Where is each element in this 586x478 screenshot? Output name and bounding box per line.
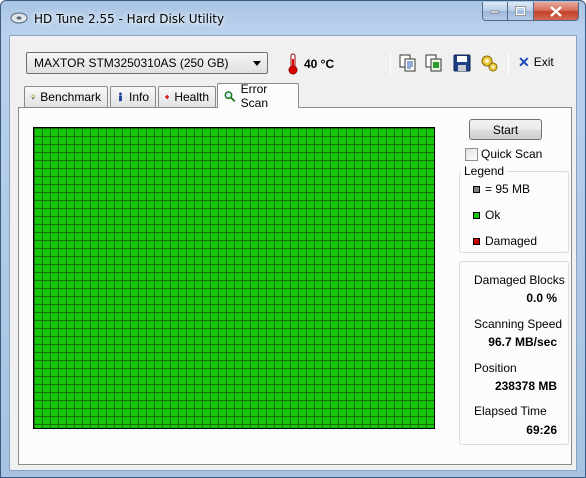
damaged-swatch-icon [473,237,480,245]
block-swatch-icon [473,185,480,193]
tab-info-label: Info [128,90,149,104]
start-button[interactable]: Start [469,119,542,140]
legend-item-label: = 95 MB [485,182,531,196]
tab-info[interactable]: Info [110,86,156,107]
damaged-blocks-label: Damaged Blocks [474,273,565,287]
damaged-blocks-value: 0.0 % [526,291,557,305]
quick-scan-label: Quick Scan [481,147,543,161]
minimize-icon [490,10,500,14]
tab-health[interactable]: Health [158,86,216,107]
scan-block-grid [33,127,435,429]
scanning-speed-value: 96.7 MB/sec [488,335,557,349]
exit-button[interactable]: ✕ Exit [518,55,554,69]
maximize-button[interactable] [508,2,534,21]
close-button[interactable] [534,2,579,21]
quick-scan-checkbox[interactable] [465,147,478,161]
toolbar-separator [390,51,391,77]
ok-swatch-icon [473,211,480,219]
legend-item-label: Damaged [485,234,538,248]
minimize-button[interactable] [482,2,508,21]
legend-title: Legend [461,164,508,178]
app-disk-icon [10,12,28,24]
chevron-down-icon [253,61,261,66]
exit-label: Exit [533,55,554,69]
window-title: HD Tune 2.55 - Hard Disk Utility [34,12,225,26]
app-window: HD Tune 2.55 - Hard Disk Utility MAXTOR … [0,0,586,478]
tab-benchmark[interactable]: Benchmark [24,86,108,107]
legend-item-damaged: Damaged [473,234,537,248]
save-icon[interactable] [452,53,472,73]
scanning-speed-label: Scanning Speed [474,317,563,331]
legend-item-ok: Ok [473,208,500,222]
elapsed-time-label: Elapsed Time [474,404,547,418]
info-icon [119,92,122,102]
drive-dropdown[interactable]: MAXTOR STM3250310AS (250 GB) [26,52,268,74]
thermometer-icon [288,53,298,75]
caption-buttons [482,2,579,22]
maximize-icon [515,6,526,16]
magnifier-icon [224,90,236,102]
main-area: MAXTOR STM3250310AS (250 GB) 40 °C ✕ Exi… [9,35,577,471]
tab-health-label: Health [174,90,209,104]
drive-dropdown-value: MAXTOR STM3250310AS (250 GB) [34,56,229,70]
legend-item-label: Ok [485,208,501,222]
quick-scan-option[interactable]: Quick Scan [465,147,542,161]
tab-error-scan-label: Error Scan [240,82,268,110]
copy-screenshot-icon[interactable] [424,53,444,73]
position-label: Position [474,361,517,375]
tab-benchmark-label: Benchmark [40,90,101,104]
options-icon[interactable] [479,53,499,73]
position-value: 238378 MB [494,379,557,393]
error-scan-panel: Start Quick Scan Legend = 95 MB Ok Damag… [18,107,572,465]
toolbar-separator [508,51,509,77]
tab-error-scan[interactable]: Error Scan [217,82,299,110]
bulb-icon [31,94,35,100]
exit-icon: ✕ [518,54,530,70]
close-icon [550,5,562,17]
title-bar[interactable]: HD Tune 2.55 - Hard Disk Utility [1,1,585,35]
temperature-readout: 40 °C [304,57,335,71]
elapsed-time-value: 69:26 [526,423,557,437]
copy-text-icon[interactable] [398,53,418,73]
legend-item-block-size: = 95 MB [473,182,530,196]
health-cross-icon [165,94,170,100]
